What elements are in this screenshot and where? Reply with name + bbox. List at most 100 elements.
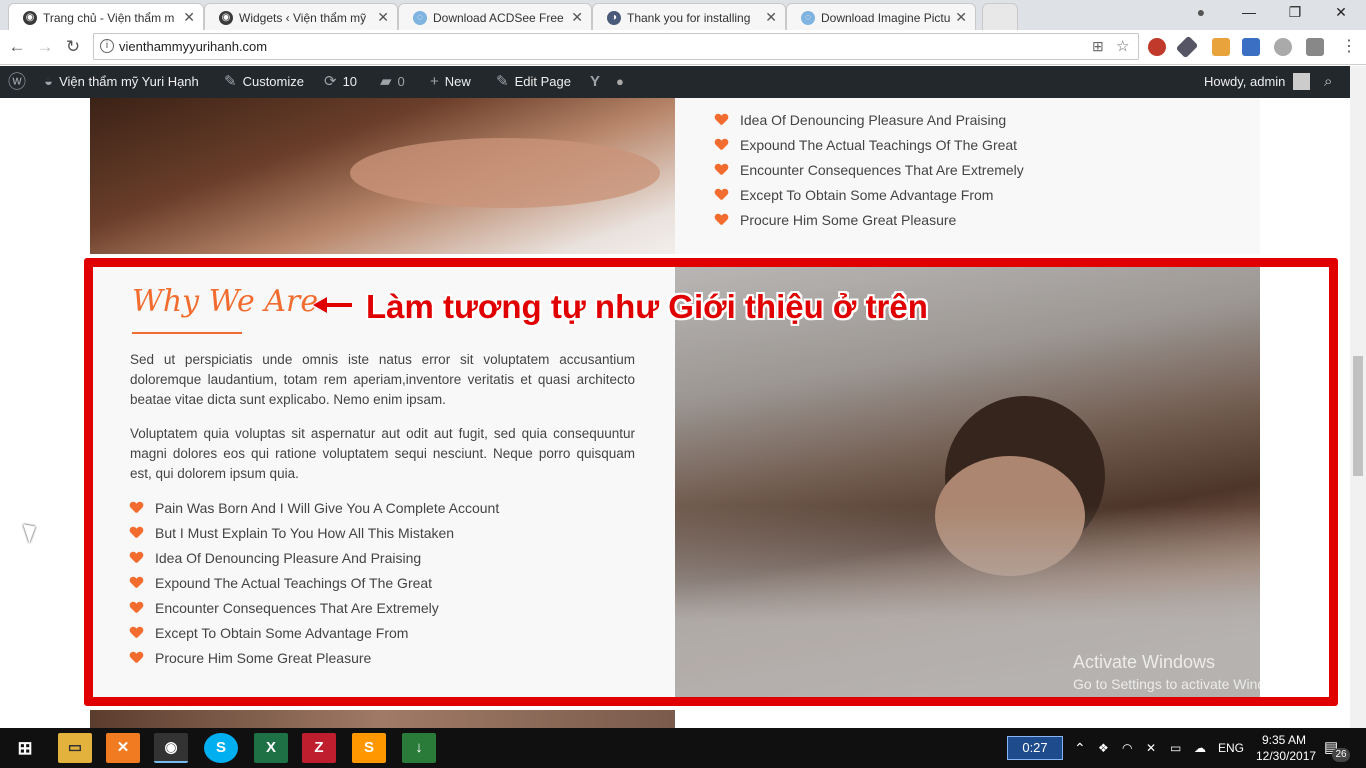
info-icon[interactable]: i xyxy=(100,39,114,53)
sublime-text-icon[interactable]: S xyxy=(352,733,386,763)
admin-site-name[interactable]: ◒ Viện thẩm mỹ Yuri Hạnh xyxy=(44,66,199,98)
admin-howdy[interactable]: Howdy, admin xyxy=(1204,66,1311,98)
tab-title: Trang chủ - Viện thẩm m xyxy=(43,11,175,25)
heart-icon xyxy=(715,139,728,151)
tab-close-icon[interactable]: ✕ xyxy=(955,9,967,26)
list-item: Expound The Actual Teachings Of The Grea… xyxy=(715,137,1017,153)
chrome-icon[interactable]: ◉ xyxy=(154,733,188,763)
tab-acdsee[interactable]: ◌ Download ACDSee Free ✕ xyxy=(398,3,592,30)
recording-timer[interactable]: 0:27 xyxy=(1007,736,1063,760)
filezilla-icon[interactable]: Z xyxy=(302,733,336,763)
profile-icon[interactable]: ● xyxy=(1186,4,1216,20)
brush-icon: ✎ xyxy=(224,73,237,90)
clock-time: 9:35 AM xyxy=(1261,733,1307,747)
tab-widgets[interactable]: ◉ Widgets ‹ Viện thẩm mỹ ✕ xyxy=(204,3,398,30)
admin-new[interactable]: + New xyxy=(430,66,471,98)
windows-taskbar: ⊞ ▭ ✕ ◉ S X Z S ↓ 0:27 ⌃ ❖ ◠ ✕ ▭ ☁ ENG 9… xyxy=(0,728,1366,768)
search-icon[interactable]: ⌕ xyxy=(1324,66,1332,98)
file-explorer-icon[interactable]: ▭ xyxy=(58,733,92,763)
bookmark-star-icon[interactable]: ☆ xyxy=(1116,37,1129,55)
start-windows-icon[interactable]: ⊞ xyxy=(8,733,42,763)
list-item: Procure Him Some Great Pleasure xyxy=(715,212,956,228)
site-favicon-icon: ◉ xyxy=(23,11,37,25)
xampp-icon[interactable]: ✕ xyxy=(106,733,140,763)
page-viewport: Idea Of Denouncing Pleasure And Praising… xyxy=(0,98,1350,728)
clock[interactable]: 9:35 AM 12/30/2017 xyxy=(1256,732,1317,764)
pencil-icon: ✎ xyxy=(496,73,509,90)
list-item: Encounter Consequences That Are Extremel… xyxy=(715,162,1024,178)
updates-icon: ⟳ xyxy=(324,73,337,90)
heart-icon xyxy=(715,189,728,201)
page-scrollbar[interactable] xyxy=(1350,66,1366,728)
notification-count-badge: 26 xyxy=(1332,748,1350,762)
wifi-icon[interactable]: ◠ xyxy=(1122,728,1132,768)
extension-icon[interactable] xyxy=(1274,38,1292,56)
reload-icon[interactable]: ↻ xyxy=(62,36,84,58)
tab-thank-you[interactable]: ◑ Thank you for installing ✕ xyxy=(592,3,786,30)
onedrive-icon[interactable]: ☁ xyxy=(1194,728,1206,768)
eye-favicon-icon: ◑ xyxy=(607,11,621,25)
idm-download-icon[interactable]: ↓ xyxy=(402,733,436,763)
volume-muted-icon[interactable]: ✕ xyxy=(1146,728,1156,768)
cast-icon[interactable] xyxy=(1306,38,1324,56)
heart-icon xyxy=(715,214,728,226)
site-favicon-icon: ◉ xyxy=(219,11,233,25)
list-item: Except To Obtain Some Advantage From xyxy=(715,187,993,203)
tray-chevron-up-icon[interactable]: ⌃ xyxy=(1074,728,1086,768)
admin-comments[interactable]: ▰ 0 xyxy=(380,66,405,98)
minimize-button[interactable]: — xyxy=(1234,4,1264,20)
wordpress-logo-icon[interactable]: ⓦ xyxy=(8,66,32,98)
activation-watermark-subtitle: Go to Settings to activate Windows. xyxy=(1073,676,1294,692)
avatar xyxy=(1293,73,1311,90)
tab-title: Thank you for installing xyxy=(627,11,751,25)
menu-kebab-icon[interactable]: ⋮ xyxy=(1338,36,1360,58)
clock-date: 12/30/2017 xyxy=(1256,749,1317,763)
tab-home[interactable]: ◉ Trang chủ - Viện thẩm m ✕ xyxy=(8,3,204,31)
battery-icon[interactable]: ▭ xyxy=(1170,728,1181,768)
translate-icon[interactable]: ⊞ xyxy=(1092,38,1104,55)
extension-icon[interactable] xyxy=(1212,38,1230,56)
list-item: Idea Of Denouncing Pleasure And Praising xyxy=(715,112,1006,128)
extension-icon[interactable] xyxy=(1148,38,1166,56)
close-window-button[interactable]: ✕ xyxy=(1326,4,1356,21)
url-input[interactable] xyxy=(119,37,1079,56)
tab-close-icon[interactable]: ✕ xyxy=(571,9,583,26)
tab-close-icon[interactable]: ✕ xyxy=(765,9,777,26)
browser-toolbar: ← → ↻ i ⊞ ☆ ⋮ xyxy=(0,30,1366,65)
skype-icon[interactable]: S xyxy=(204,733,238,763)
massage-photo-top xyxy=(90,98,675,254)
eyedropper-icon[interactable] xyxy=(1175,35,1199,59)
new-tab-button[interactable] xyxy=(982,3,1018,30)
dashboard-icon: ◒ xyxy=(44,73,54,90)
back-arrow-icon[interactable]: ← xyxy=(6,36,28,58)
restore-button[interactable]: ❐ xyxy=(1280,4,1310,21)
top-list-column: Idea Of Denouncing Pleasure And Praising… xyxy=(675,98,1260,254)
tab-imagine[interactable]: ◌ Download Imagine Pictu ✕ xyxy=(786,3,976,30)
admin-edit-page[interactable]: ✎ Edit Page xyxy=(496,66,571,98)
yoast-seo-icon[interactable]: Y xyxy=(590,66,606,98)
address-bar[interactable]: i ⊞ ☆ xyxy=(93,33,1139,60)
admin-updates[interactable]: ⟳ 10 xyxy=(324,66,357,98)
tab-title: Widgets ‹ Viện thẩm mỹ xyxy=(239,11,367,25)
forward-arrow-icon[interactable]: → xyxy=(34,36,56,58)
tab-title: Download ACDSee Free xyxy=(433,11,564,25)
heart-icon xyxy=(715,114,728,126)
download-favicon-icon: ◌ xyxy=(413,11,427,25)
comment-icon: ▰ xyxy=(380,73,392,90)
excel-icon[interactable]: X xyxy=(254,733,288,763)
admin-customize[interactable]: ✎ Customize xyxy=(224,66,304,98)
download-favicon-icon: ◌ xyxy=(801,11,815,25)
browser-tab-strip: ◉ Trang chủ - Viện thẩm m ✕ ◉ Widgets ‹ … xyxy=(0,0,1366,31)
tab-close-icon[interactable]: ✕ xyxy=(183,9,195,26)
annotation-text: Làm tương tự như Giới thiệu ở trên xyxy=(366,288,928,325)
tab-close-icon[interactable]: ✕ xyxy=(377,9,389,26)
seo-status-dot-icon: ● xyxy=(616,74,624,89)
language-indicator[interactable]: ENG xyxy=(1218,728,1244,768)
extension-icon[interactable] xyxy=(1242,38,1260,56)
scrollbar-thumb[interactable] xyxy=(1353,356,1363,476)
heart-icon xyxy=(715,164,728,176)
massage-photo-bottom xyxy=(90,710,675,728)
wp-admin-bar: ⓦ ◒ Viện thẩm mỹ Yuri Hạnh ✎ Customize ⟳ 10… xyxy=(0,66,1366,98)
activation-watermark-title: Activate Windows xyxy=(1073,652,1216,672)
dropbox-icon[interactable]: ❖ xyxy=(1098,728,1109,768)
